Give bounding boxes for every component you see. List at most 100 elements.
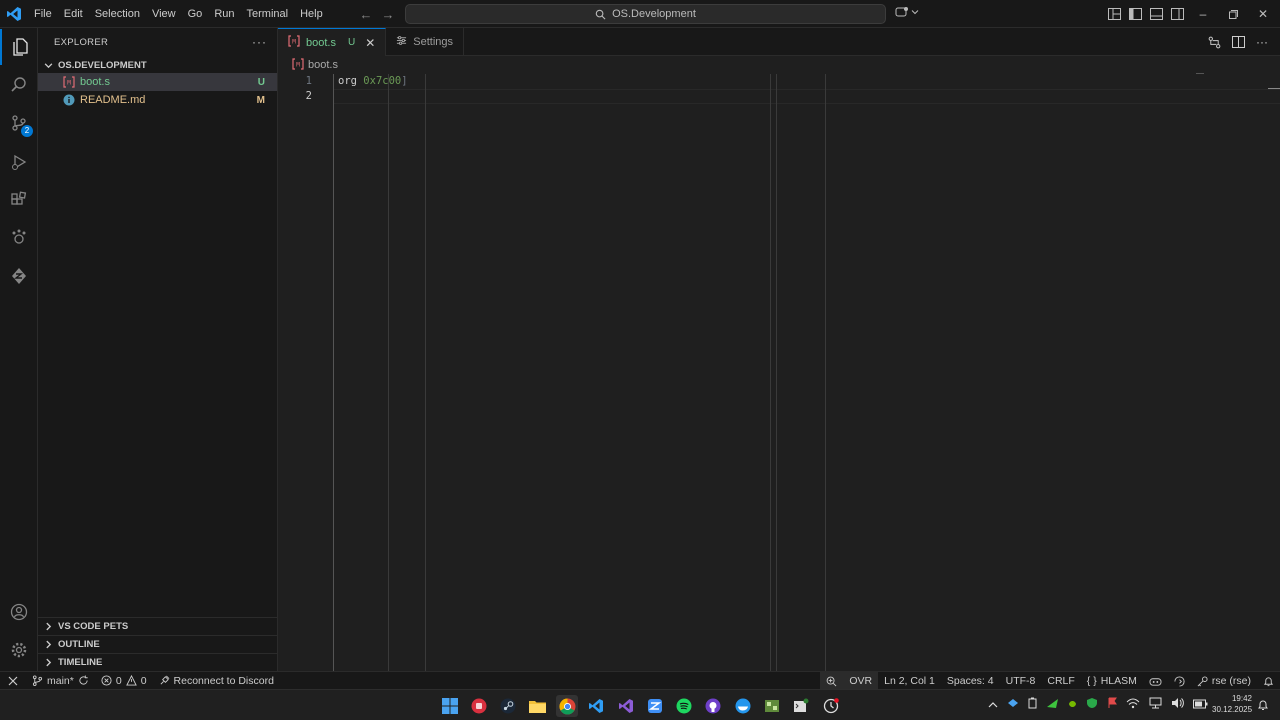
docker-icon[interactable]	[732, 695, 754, 717]
tab-settings[interactable]: Settings	[386, 28, 465, 56]
extensions-icon[interactable]	[0, 182, 38, 218]
copilot-menu-button[interactable]	[895, 6, 919, 18]
app-red-icon[interactable]	[468, 695, 490, 717]
menu-view[interactable]: View	[146, 0, 182, 28]
tray-steam-icon[interactable]	[1007, 697, 1019, 712]
tray-green-app-icon[interactable]	[1046, 697, 1059, 712]
breadcrumb-file[interactable]: boot.s	[308, 59, 338, 71]
file-name: README.md	[80, 94, 146, 106]
menu-help[interactable]: Help	[294, 0, 329, 28]
tab-boot-s[interactable]: M boot.s U ✕	[278, 28, 387, 56]
minimap[interactable]	[1196, 73, 1204, 74]
forward-arrow-icon[interactable]: →	[380, 5, 396, 23]
svg-text:M: M	[292, 39, 296, 46]
app-green-icon[interactable]	[761, 695, 783, 717]
cursor-position[interactable]: Ln 2, Col 1	[878, 672, 941, 690]
menu-file[interactable]: File	[28, 0, 58, 28]
notifications[interactable]	[1257, 672, 1280, 690]
explorer-header: EXPLORER ···	[38, 28, 277, 56]
code-line-current[interactable]	[333, 89, 1280, 104]
code-area[interactable]: org 0x7c00]	[333, 74, 1280, 104]
menu-go[interactable]: Go	[182, 0, 209, 28]
sync-icon[interactable]	[78, 675, 89, 686]
section-vscode-pets[interactable]: VS CODE PETS	[38, 617, 277, 635]
end-of-line[interactable]: CRLF	[1041, 672, 1080, 690]
explorer-sidebar: EXPLORER ··· OS.DEVELOPMENT M boot.s U R…	[38, 28, 278, 671]
source-control-icon[interactable]: 2	[0, 105, 38, 141]
live-share-status[interactable]	[1168, 672, 1191, 690]
code-line[interactable]: org 0x7c00]	[333, 74, 1280, 89]
section-outline[interactable]: OUTLINE	[38, 635, 277, 653]
tray-shield-icon[interactable]	[1086, 697, 1098, 712]
zoom-indicator[interactable]	[820, 672, 844, 690]
workspace-folder[interactable]: OS.DEVELOPMENT	[38, 57, 277, 73]
breadcrumb[interactable]: M boot.s	[278, 56, 1280, 74]
menu-run[interactable]: Run	[208, 0, 240, 28]
system-clock[interactable]: 19:42 30.12.2025	[1212, 693, 1252, 715]
command-center-search[interactable]: OS.Development	[405, 4, 886, 24]
tray-battery-status-icon[interactable]	[1193, 698, 1208, 712]
remote-indicator-icon[interactable]	[0, 672, 26, 690]
file-item-boot-s[interactable]: M boot.s U	[38, 73, 277, 91]
language-mode[interactable]: { } HLASM	[1081, 672, 1143, 690]
customize-layout-icon[interactable]	[1106, 6, 1123, 22]
error-count: 0	[115, 674, 122, 687]
file-item-readme[interactable]: README.md M	[38, 91, 277, 109]
app-blue-icon[interactable]	[644, 695, 666, 717]
zed-icon[interactable]	[0, 258, 38, 294]
open-changes-icon[interactable]	[1206, 34, 1222, 50]
restore-icon[interactable]	[1218, 0, 1248, 28]
minimize-icon[interactable]: –	[1188, 0, 1218, 28]
toggle-secondary-sidebar-icon[interactable]	[1169, 6, 1186, 22]
split-editor-icon[interactable]	[1230, 34, 1246, 50]
menu-edit[interactable]: Edit	[58, 0, 89, 28]
menu-selection[interactable]: Selection	[89, 0, 146, 28]
chrome-icon[interactable]	[556, 695, 578, 717]
discord-status[interactable]: Reconnect to Discord	[153, 672, 280, 690]
indentation[interactable]: Spaces: 4	[941, 672, 1000, 690]
app-notification-icon[interactable]	[820, 695, 842, 717]
tray-overflow-chevron-icon[interactable]	[988, 698, 998, 712]
problems-indicator[interactable]: 0 0	[95, 672, 153, 690]
notification-center-icon[interactable]	[1257, 699, 1269, 714]
search-icon[interactable]	[0, 67, 38, 103]
tray-battery-icon[interactable]	[1028, 697, 1037, 712]
position-label: Ln 2, Col 1	[884, 675, 935, 687]
tray-network-icon[interactable]	[1149, 697, 1162, 712]
run-debug-icon[interactable]	[0, 144, 38, 180]
tray-volume-icon[interactable]	[1171, 697, 1184, 712]
code-editor[interactable]: 1 2 org 0x7c00]	[278, 73, 1280, 671]
explorer-icon[interactable]	[0, 29, 38, 65]
steam-icon[interactable]	[497, 695, 519, 717]
pets-icon[interactable]	[0, 219, 38, 255]
windows-start-icon[interactable]	[439, 695, 461, 717]
status-bar-right: OVR Ln 2, Col 1 Spaces: 4 UTF-8 CRLF { }…	[820, 672, 1280, 690]
close-icon[interactable]: ✕	[365, 36, 375, 50]
more-actions-icon[interactable]: ···	[252, 35, 267, 49]
toggle-panel-icon[interactable]	[1148, 6, 1165, 22]
section-timeline[interactable]: TIMELINE	[38, 653, 277, 671]
tray-nvidia-icon[interactable]	[1068, 698, 1077, 712]
file-explorer-icon[interactable]	[526, 695, 548, 717]
encoding[interactable]: UTF-8	[1000, 672, 1042, 690]
tray-flag-icon[interactable]	[1107, 697, 1117, 712]
visual-studio-icon[interactable]	[615, 695, 637, 717]
account-icon[interactable]	[0, 594, 38, 630]
overtype-indicator[interactable]: OVR	[843, 672, 879, 690]
terminal-app-icon[interactable]	[790, 695, 812, 717]
remote-user[interactable]: rse (rse)	[1191, 672, 1257, 690]
toggle-primary-sidebar-icon[interactable]	[1127, 6, 1144, 22]
vscode-taskbar-icon[interactable]	[585, 695, 607, 717]
spotify-icon[interactable]	[673, 695, 695, 717]
settings-gear-icon[interactable]	[0, 632, 38, 668]
more-actions-icon[interactable]: ···	[1254, 34, 1270, 50]
tray-wifi-icon[interactable]	[1126, 697, 1140, 712]
svg-text:M: M	[67, 80, 71, 87]
menu-terminal[interactable]: Terminal	[241, 0, 295, 28]
back-arrow-icon[interactable]: ←	[358, 5, 374, 23]
close-window-icon[interactable]: ✕	[1248, 0, 1278, 28]
git-branch[interactable]: main*	[26, 672, 95, 690]
overview-ruler[interactable]	[1268, 88, 1280, 89]
copilot-status[interactable]	[1143, 672, 1168, 690]
github-icon[interactable]	[702, 695, 724, 717]
